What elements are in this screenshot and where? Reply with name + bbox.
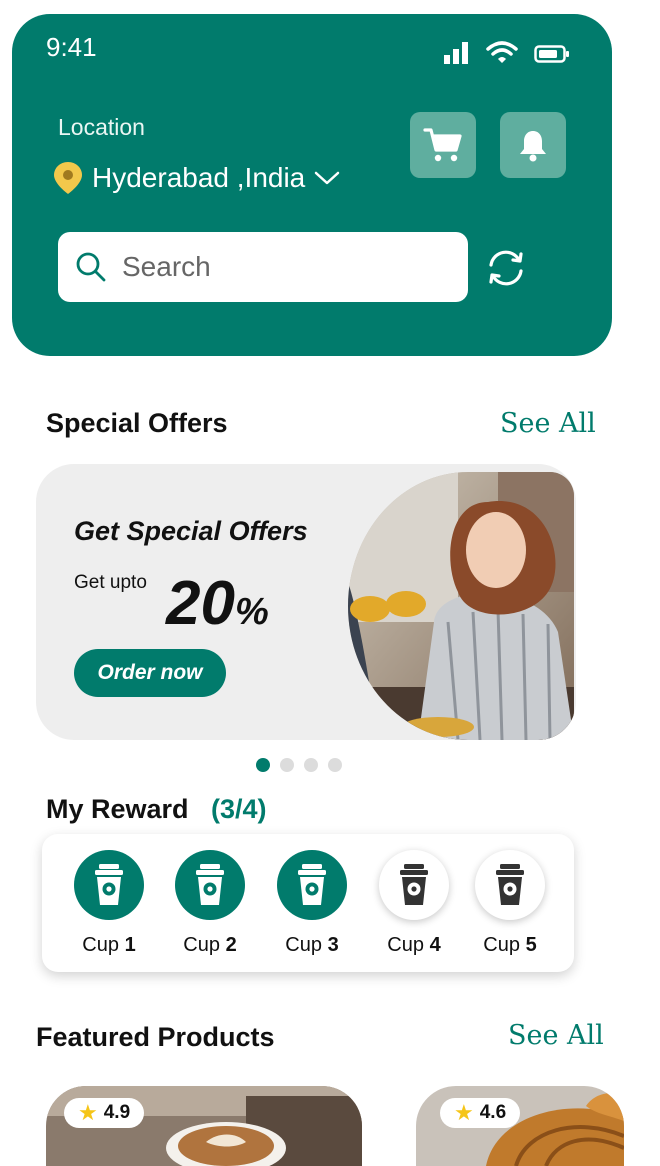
pagination-dot[interactable] [280,758,294,772]
cup-badge [475,850,545,920]
coffee-cup-icon [95,864,123,905]
bell-icon [520,131,546,162]
offer-headline: Get Special Offers [74,516,308,546]
cart-button[interactable] [410,112,476,178]
cup-label: Cup 3 [272,934,352,957]
location-value: Hyderabad ,India [92,162,306,193]
cup-label-prefix: Cup [183,934,220,956]
cup-badge [379,850,449,920]
special-offers-see-all[interactable]: See All [500,408,596,439]
cup-badge [175,850,245,920]
coffee-cup-icon [298,864,326,905]
cup-label: Cup 1 [69,934,149,957]
pagination-dot[interactable] [328,758,342,772]
cup-label: Cup 5 [470,934,550,957]
offer-upto-text: Get upto [74,572,147,593]
pagination-dot[interactable] [256,758,270,772]
woman-with-coffee-image [348,472,574,740]
search-input[interactable] [120,250,444,284]
refresh-button[interactable] [482,246,530,290]
rating-badge: ★ 4.6 [440,1098,521,1128]
battery-icon [534,45,569,63]
signal-icon [444,42,468,64]
special-offers-title: Special Offers [46,408,228,438]
status-time: 9:41 [46,32,97,62]
status-icons [444,40,570,64]
reward-title: My Reward [46,794,189,824]
reward-card: Cup 1 Cup 2 Cup 3 Cup 4 Cup 5 [42,834,574,972]
reward-cup-3[interactable]: Cup 3 [272,850,352,957]
star-icon: ★ [454,1100,474,1125]
cup-label-prefix: Cup [483,934,520,956]
offer-percentage: 20% [166,568,269,639]
location-selector[interactable]: Hyderabad ,India [52,160,341,196]
cup-badge [74,850,144,920]
cup-label-prefix: Cup [387,934,424,956]
coffee-cup-icon [400,864,428,905]
cup-label-prefix: Cup [285,934,322,956]
cup-label: Cup 2 [170,934,250,957]
reward-cup-2[interactable]: Cup 2 [170,850,250,957]
offer-pagination [256,758,342,772]
reward-cup-5[interactable]: Cup 5 [470,850,550,957]
cup-label-prefix: Cup [82,934,119,956]
search-field[interactable] [58,232,468,302]
offer-percent-value: 20 [166,569,235,638]
cup-label: Cup 4 [374,934,454,957]
cup-label-number: 3 [327,934,339,956]
cup-label-number: 5 [525,934,537,956]
refresh-icon [489,250,523,286]
cart-icon [423,128,462,162]
map-pin-icon [54,162,82,194]
reward-cup-1[interactable]: Cup 1 [69,850,149,957]
chevron-down-icon [315,171,340,185]
rating-value: 4.9 [103,1102,131,1123]
notifications-button[interactable] [500,112,566,178]
featured-products-title: Featured Products [36,1022,275,1052]
cup-label-number: 2 [225,934,237,956]
wifi-icon [486,41,518,63]
coffee-cup-icon [496,864,524,905]
product-card[interactable]: ★ 4.6 [416,1086,624,1166]
coffee-cup-icon [196,864,224,905]
location-label: Location [58,114,145,140]
offer-percent-sign: % [234,591,269,633]
product-card[interactable]: ★ 4.9 [46,1086,362,1166]
offer-photo [348,472,574,740]
rating-value: 4.6 [479,1102,507,1123]
cup-badge [277,850,347,920]
pagination-dot[interactable] [304,758,318,772]
reward-cup-4[interactable]: Cup 4 [374,850,454,957]
cup-label-number: 1 [124,934,136,956]
offer-banner[interactable]: Get Special Offers Get upto 20% Order no… [36,464,576,740]
search-icon [76,252,106,282]
header: 9:41 Location Hyderabad ,India [12,14,612,356]
cup-label-number: 4 [429,934,441,956]
featured-see-all[interactable]: See All [508,1020,604,1051]
reward-count: (3/4) [211,794,267,824]
star-icon: ★ [78,1100,98,1125]
order-now-button[interactable]: Order now [74,649,226,697]
rating-badge: ★ 4.9 [64,1098,145,1128]
